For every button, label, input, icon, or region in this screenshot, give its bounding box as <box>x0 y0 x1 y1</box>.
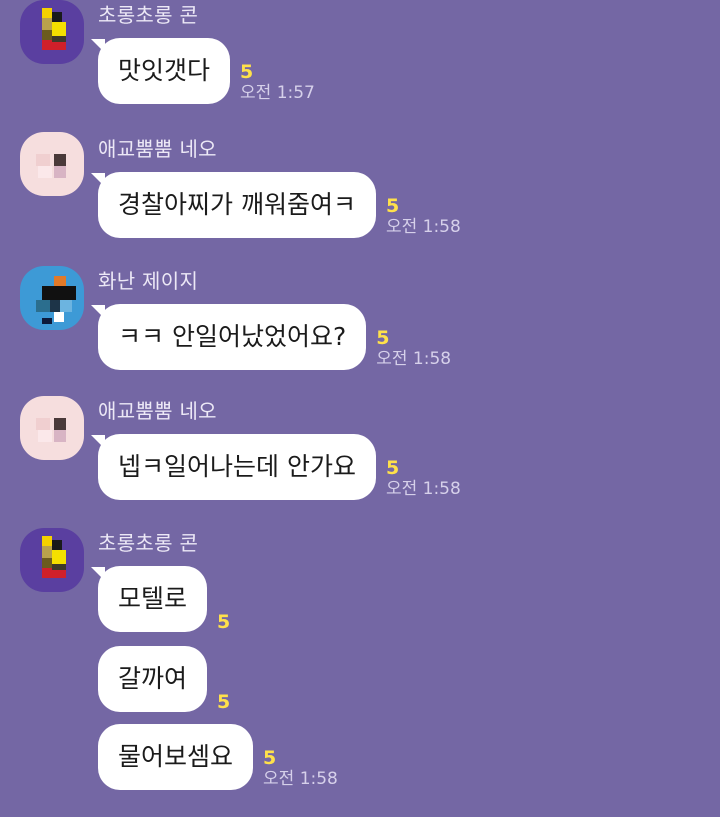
message-row: 넵ㅋ일어나는데 안가요 5 오전 1:58 <box>91 434 461 500</box>
sender-name: 초롱초롱 콘 <box>98 3 199 27</box>
message-row: 물어보셈요 5 오전 1:58 <box>98 724 338 790</box>
message-row: 맛잇갯다 5 오전 1:57 <box>90 38 315 104</box>
unread-count: 5 <box>263 747 277 769</box>
blue-pixel-avatar-icon[interactable] <box>20 266 84 330</box>
message-bubble[interactable]: 맛잇갯다 <box>90 38 231 104</box>
unread-count: 5 <box>385 457 400 479</box>
message-bubble[interactable]: 경찰아찌가 깨워줌여ㅋ <box>91 172 376 238</box>
unread-count: 5 <box>240 61 254 83</box>
unread-count: 5 <box>385 195 400 217</box>
timestamp: 오전 1:58 <box>385 217 461 237</box>
message-bubble[interactable]: 모텔로 <box>90 566 208 632</box>
sender-name: 애교뿜뿜 네오 <box>98 399 217 423</box>
timestamp: 오전 1:57 <box>240 83 315 103</box>
unread-count: 5 <box>217 611 231 633</box>
message-meta: 5 <box>217 692 230 712</box>
message-meta: 5 오전 1:58 <box>386 196 461 238</box>
message-meta: 5 오전 1:58 <box>263 748 338 790</box>
message-meta: 5 오전 1:58 <box>376 328 451 370</box>
message-meta: 5 <box>217 612 230 632</box>
pink-pixel-avatar-icon[interactable] <box>20 132 84 196</box>
message-bubble[interactable]: 넵ㅋ일어나는데 안가요 <box>91 434 376 500</box>
sender-name: 화난 제이지 <box>98 269 199 293</box>
message-bubble[interactable]: ㅋㅋ 안일어났었어요? <box>90 304 367 370</box>
message-bubble[interactable]: 물어보셈요 <box>98 724 254 790</box>
message-meta: 5 오전 1:57 <box>240 62 315 104</box>
unread-count: 5 <box>376 327 390 349</box>
message-meta: 5 오전 1:58 <box>386 458 461 500</box>
timestamp: 오전 1:58 <box>263 769 338 789</box>
message-row: 경찰아찌가 깨워줌여ㅋ 5 오전 1:58 <box>91 172 461 238</box>
yellow-pixel-avatar-icon[interactable] <box>20 0 84 64</box>
timestamp: 오전 1:58 <box>376 349 452 369</box>
pink-pixel-avatar-icon[interactable] <box>20 396 84 460</box>
timestamp: 오전 1:58 <box>385 479 461 499</box>
message-row: 모텔로 5 <box>90 566 230 632</box>
sender-name: 애교뿜뿜 네오 <box>98 137 217 161</box>
message-row: ㅋㅋ 안일어났었어요? 5 오전 1:58 <box>90 304 451 370</box>
unread-count: 5 <box>217 691 231 713</box>
message-row: 갈까여 5 <box>98 646 230 712</box>
sender-name: 초롱초롱 콘 <box>98 531 199 555</box>
yellow-pixel-avatar-icon[interactable] <box>20 528 84 592</box>
message-bubble[interactable]: 갈까여 <box>98 646 208 712</box>
